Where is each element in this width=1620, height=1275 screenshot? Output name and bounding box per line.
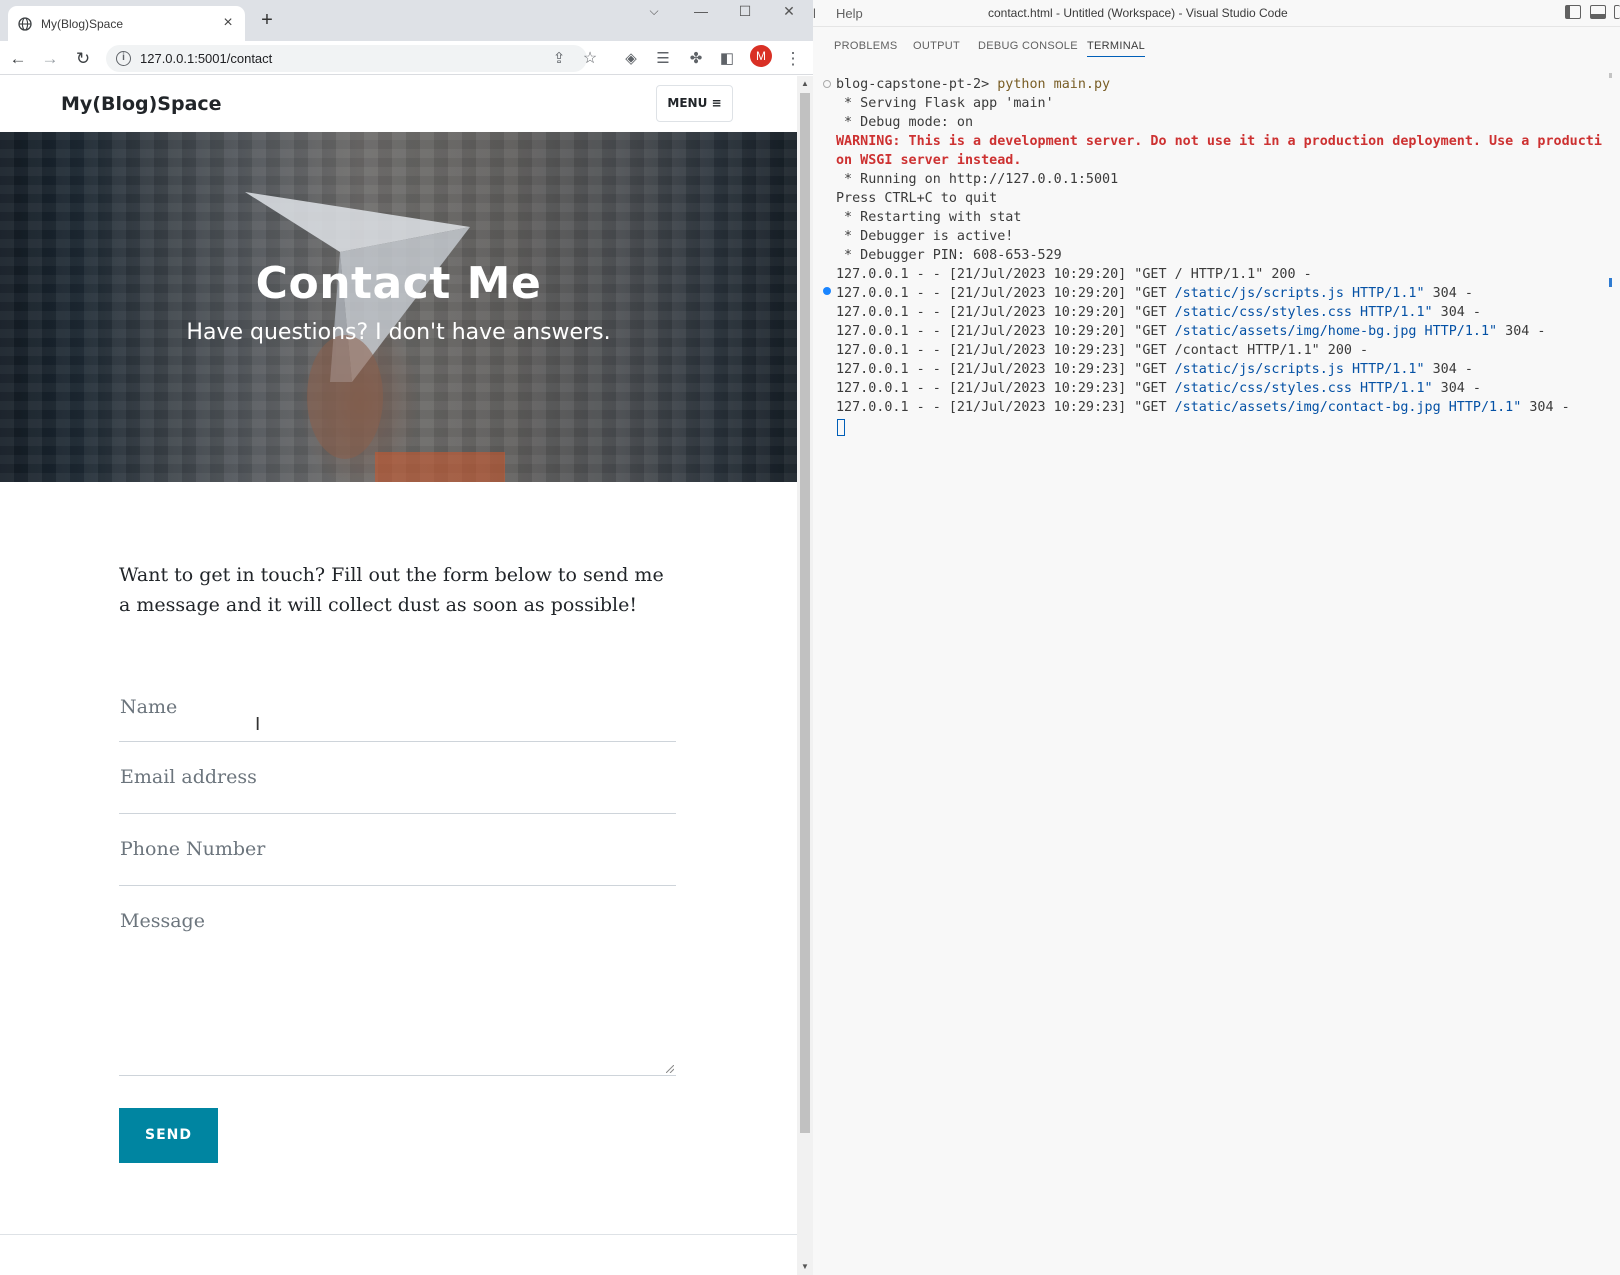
terminal-line: * Debugger PIN: 608-653-529 [836, 248, 1062, 263]
tab-output[interactable]: OUTPUT [913, 39, 960, 53]
address-bar[interactable]: i 127.0.0.1:5001/contact ⇪ ☆ [106, 45, 597, 72]
menu-item-partial[interactable]: l [813, 5, 816, 22]
terminal-prompt: blog-capstone-pt-2> [836, 77, 990, 92]
side-panel-icon[interactable]: ◧ [717, 49, 737, 69]
browser-tab-active[interactable]: My(Blog)Space × [8, 6, 245, 41]
window-title: contact.html - Untitled (Workspace) - Vi… [988, 6, 1288, 20]
vscode-titlebar: l Help contact.html - Untitled (Workspac… [813, 0, 1620, 27]
site-navbar: My(Blog)Space MENU ≡ [0, 76, 797, 132]
puzzle-extensions-icon[interactable]: ✤ [686, 49, 706, 69]
vscode-window: l Help contact.html - Untitled (Workspac… [813, 0, 1620, 1275]
tab-search-icon[interactable]: ⌵ [642, 0, 666, 22]
menu-item-help[interactable]: Help [836, 5, 863, 22]
request-log-line: 127.0.0.1 - - [21/Jul/2023 10:29:23] "GE… [836, 400, 1570, 415]
scrollbar-ruler-mark [1609, 73, 1612, 78]
request-log-line: 127.0.0.1 - - [21/Jul/2023 10:29:23] "GE… [836, 362, 1473, 377]
name-input[interactable]: Name [119, 676, 676, 742]
terminal-cursor [837, 419, 845, 436]
scroll-down-arrow-icon[interactable]: ▼ [797, 1261, 813, 1273]
page-scrollbar[interactable]: ▲ ▼ [797, 76, 813, 1275]
terminal-prompt-line: blog-capstone-pt-2> python main.py [836, 75, 1110, 94]
new-tab-button[interactable]: + [256, 9, 278, 31]
close-window-button[interactable]: ✕ [777, 0, 801, 22]
maximize-button[interactable]: ☐ [733, 0, 757, 22]
scrollbar-ruler-mark [1609, 278, 1612, 287]
message-placeholder: Message [120, 910, 205, 932]
scroll-up-arrow-icon[interactable]: ▲ [797, 78, 813, 90]
footer-divider [0, 1234, 797, 1235]
terminal-line: Press CTRL+C to quit [836, 191, 998, 206]
url-text[interactable]: 127.0.0.1:5001/contact [140, 49, 272, 68]
reload-button[interactable]: ↻ [71, 47, 95, 71]
contact-intro-text: Want to get in touch? Fill out the form … [119, 564, 664, 616]
tab-debug-console[interactable]: DEBUG CONSOLE [978, 39, 1078, 53]
panel-tabs: PROBLEMS OUTPUT DEBUG CONSOLE TERMINAL [813, 27, 1620, 63]
share-icon[interactable]: ⇪ [549, 49, 569, 69]
send-button[interactable]: SEND [119, 1108, 218, 1163]
mouse-text-cursor-icon: I [255, 714, 261, 735]
site-info-icon[interactable]: i [116, 51, 131, 66]
terminal-output[interactable]: blog-capstone-pt-2> python main.py * Ser… [813, 70, 1620, 1275]
terminal-warning-line: WARNING: This is a development server. D… [836, 134, 1602, 149]
email-input[interactable]: Email address [119, 742, 676, 814]
phone-input[interactable]: Phone Number [119, 814, 676, 886]
request-log-line: 127.0.0.1 - - [21/Jul/2023 10:29:23] "GE… [836, 381, 1481, 396]
site-brand[interactable]: My(Blog)Space [61, 92, 222, 116]
kebab-menu-icon[interactable]: ⋮ [783, 49, 803, 69]
back-button[interactable]: ← [6, 47, 30, 71]
command-status-icon [823, 80, 831, 88]
star-icon[interactable]: ☆ [580, 49, 600, 69]
terminal-line: * Debug mode: on [836, 115, 974, 130]
message-textarea[interactable]: Message [119, 886, 676, 1076]
tab-strip: My(Blog)Space × + ⌵ — ☐ ✕ [0, 0, 813, 41]
reading-list-icon[interactable]: ☰ [653, 49, 673, 69]
forward-button[interactable]: → [38, 47, 62, 71]
tab-problems[interactable]: PROBLEMS [834, 39, 898, 53]
page-subtitle: Have questions? I don't have answers. [186, 320, 611, 345]
toggle-sidebar-icon[interactable] [1565, 5, 1581, 19]
extension-layers-icon[interactable]: ◈ [621, 49, 641, 69]
tab-terminal[interactable]: TERMINAL [1087, 39, 1146, 57]
terminal-line: * Debugger is active! [836, 229, 1014, 244]
page-title: Contact Me [255, 258, 542, 309]
terminal-line: * Restarting with stat [836, 210, 1022, 225]
request-log-line: 127.0.0.1 - - [21/Jul/2023 10:29:20] "GE… [836, 305, 1481, 320]
terminal-line: * Serving Flask app 'main' [836, 96, 1054, 111]
terminal-command: python main.py [997, 77, 1111, 92]
request-log-line: 127.0.0.1 - - [21/Jul/2023 10:29:20] "GE… [836, 324, 1546, 339]
browser-toolbar: ← → ↻ i 127.0.0.1:5001/contact ⇪ ☆ ◈ ☰ ✤… [0, 41, 813, 75]
close-icon[interactable]: × [219, 14, 237, 32]
web-page: My(Blog)Space MENU ≡ Contact Me Have que… [0, 76, 797, 1275]
hero-banner: Contact Me Have questions? I don't have … [0, 132, 797, 482]
toggle-panel-icon[interactable] [1590, 5, 1606, 19]
request-log-line: 127.0.0.1 - - [21/Jul/2023 10:29:20] "GE… [836, 286, 1473, 301]
scrollbar-thumb[interactable] [800, 93, 810, 1133]
toggle-secondary-sidebar-icon[interactable] [1614, 5, 1620, 19]
profile-avatar[interactable]: M [750, 45, 772, 67]
globe-icon [18, 17, 32, 31]
name-placeholder: Name [120, 696, 178, 718]
request-log-line: 127.0.0.1 - - [21/Jul/2023 10:29:20] "GE… [836, 267, 1312, 282]
phone-placeholder: Phone Number [120, 838, 266, 860]
request-log-line: 127.0.0.1 - - [21/Jul/2023 10:29:23] "GE… [836, 343, 1369, 358]
minimize-button[interactable]: — [689, 0, 713, 22]
browser-window: My(Blog)Space × + ⌵ — ☐ ✕ ← → ↻ i 127.0.… [0, 0, 813, 1275]
tab-title: My(Blog)Space [41, 17, 124, 31]
breakpoint-dot-icon [823, 287, 831, 295]
terminal-warning-line: on WSGI server instead. [836, 153, 1022, 168]
terminal-line: * Running on http://127.0.0.1:5001 [836, 172, 1119, 187]
menu-button[interactable]: MENU ≡ [656, 85, 733, 122]
resize-grip-icon[interactable] [666, 1065, 674, 1073]
email-placeholder: Email address [120, 766, 257, 788]
